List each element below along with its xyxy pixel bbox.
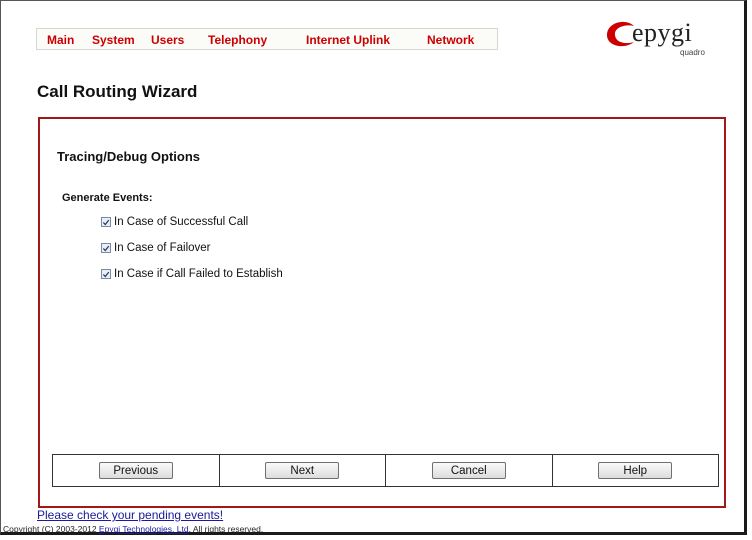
epygi-logo: epygi quadro bbox=[604, 18, 734, 63]
successful-call-checkbox[interactable] bbox=[101, 217, 111, 227]
nav-internet-uplink[interactable]: Internet Uplink bbox=[306, 33, 390, 47]
successful-call-label: In Case of Successful Call bbox=[114, 216, 249, 228]
nav-telephony[interactable]: Telephony bbox=[208, 33, 267, 47]
failover-checkbox[interactable] bbox=[101, 243, 111, 253]
option-failover[interactable]: In Case of Failover bbox=[101, 242, 211, 254]
help-cell: Help bbox=[553, 455, 719, 486]
cancel-cell: Cancel bbox=[386, 455, 553, 486]
failover-label: In Case of Failover bbox=[114, 242, 211, 254]
checkmark-icon bbox=[102, 219, 110, 225]
logo-subtext: quadro bbox=[680, 48, 705, 57]
nav-users[interactable]: Users bbox=[151, 33, 184, 47]
nav-network[interactable]: Network bbox=[427, 33, 474, 47]
top-navigation: Main System Users Telephony Internet Upl… bbox=[36, 28, 498, 50]
page-title: Call Routing Wizard bbox=[37, 82, 198, 101]
wizard-panel: Tracing/Debug Options Generate Events: I… bbox=[38, 117, 726, 508]
call-failed-checkbox[interactable] bbox=[101, 269, 111, 279]
checkmark-icon bbox=[102, 271, 110, 277]
previous-button[interactable]: Previous bbox=[98, 462, 173, 479]
copyright-text: Copyright (C) 2003-2012 Epygi Technologi… bbox=[3, 524, 263, 534]
nav-main[interactable]: Main bbox=[47, 33, 74, 47]
wizard-button-bar: Previous Next Cancel Help bbox=[52, 454, 719, 487]
pending-events-link[interactable]: Please check your pending events! bbox=[37, 508, 223, 522]
next-cell: Next bbox=[220, 455, 386, 486]
nav-system[interactable]: System bbox=[92, 33, 135, 47]
cancel-button[interactable]: Cancel bbox=[431, 462, 506, 479]
copyright-suffix: . All rights reserved. bbox=[188, 524, 264, 534]
previous-cell: Previous bbox=[53, 455, 220, 486]
help-button[interactable]: Help bbox=[598, 462, 673, 479]
option-call-failed[interactable]: In Case if Call Failed to Establish bbox=[101, 268, 283, 280]
logo-wordmark: epygi bbox=[632, 18, 693, 47]
next-button[interactable]: Next bbox=[265, 462, 340, 479]
checkmark-icon bbox=[102, 245, 110, 251]
section-title: Tracing/Debug Options bbox=[57, 149, 201, 164]
option-successful-call[interactable]: In Case of Successful Call bbox=[101, 216, 248, 228]
epygi-technologies-link[interactable]: Epygi Technologies, Ltd bbox=[99, 524, 189, 534]
call-failed-label: In Case if Call Failed to Establish bbox=[114, 268, 283, 280]
generate-events-label: Generate Events: bbox=[62, 192, 153, 204]
copyright-prefix: Copyright (C) 2003-2012 bbox=[3, 524, 99, 534]
